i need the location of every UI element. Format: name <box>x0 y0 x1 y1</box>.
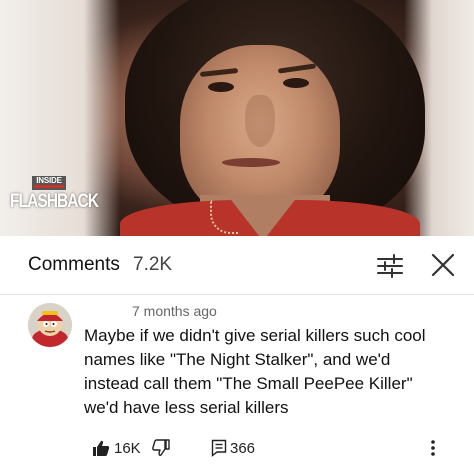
sliders-icon[interactable] <box>376 254 404 278</box>
more-vert-icon[interactable] <box>430 438 436 458</box>
comment-actions: 16K 366 <box>0 436 474 464</box>
comment-line: we'd have less serial killers <box>84 398 289 417</box>
close-icon[interactable] <box>430 252 456 278</box>
screenshot-frame: INSIDE FLASHBACK Comments 7.2K 7 months … <box>0 0 474 464</box>
reply-icon[interactable] <box>211 439 227 457</box>
comments-header: Comments 7.2K <box>0 236 474 295</box>
channel-logo: INSIDE FLASHBACK <box>10 176 106 218</box>
comment-timestamp: 7 months ago <box>132 303 217 319</box>
comment-line: names like "The Night Stalker", and we'd <box>84 350 391 369</box>
video-player[interactable]: INSIDE FLASHBACK <box>0 0 474 236</box>
avatar[interactable] <box>28 303 72 347</box>
thumb-down-icon[interactable] <box>152 439 170 457</box>
reply-count: 366 <box>230 440 256 457</box>
comment-line: instead call them "The Small PeePee Kill… <box>84 374 413 393</box>
cartoon-avatar-icon <box>28 303 72 347</box>
comment-text: Maybe if we didn't give serial killers s… <box>84 324 454 420</box>
thumb-up-icon[interactable] <box>92 439 110 457</box>
like-count: 16K <box>114 440 141 457</box>
comments-count: 7.2K <box>133 254 173 275</box>
logo-flashback-text: FLASHBACK <box>10 191 99 212</box>
comments-title: Comments <box>28 254 120 275</box>
comment-line: Maybe if we didn't give serial killers s… <box>84 326 426 345</box>
